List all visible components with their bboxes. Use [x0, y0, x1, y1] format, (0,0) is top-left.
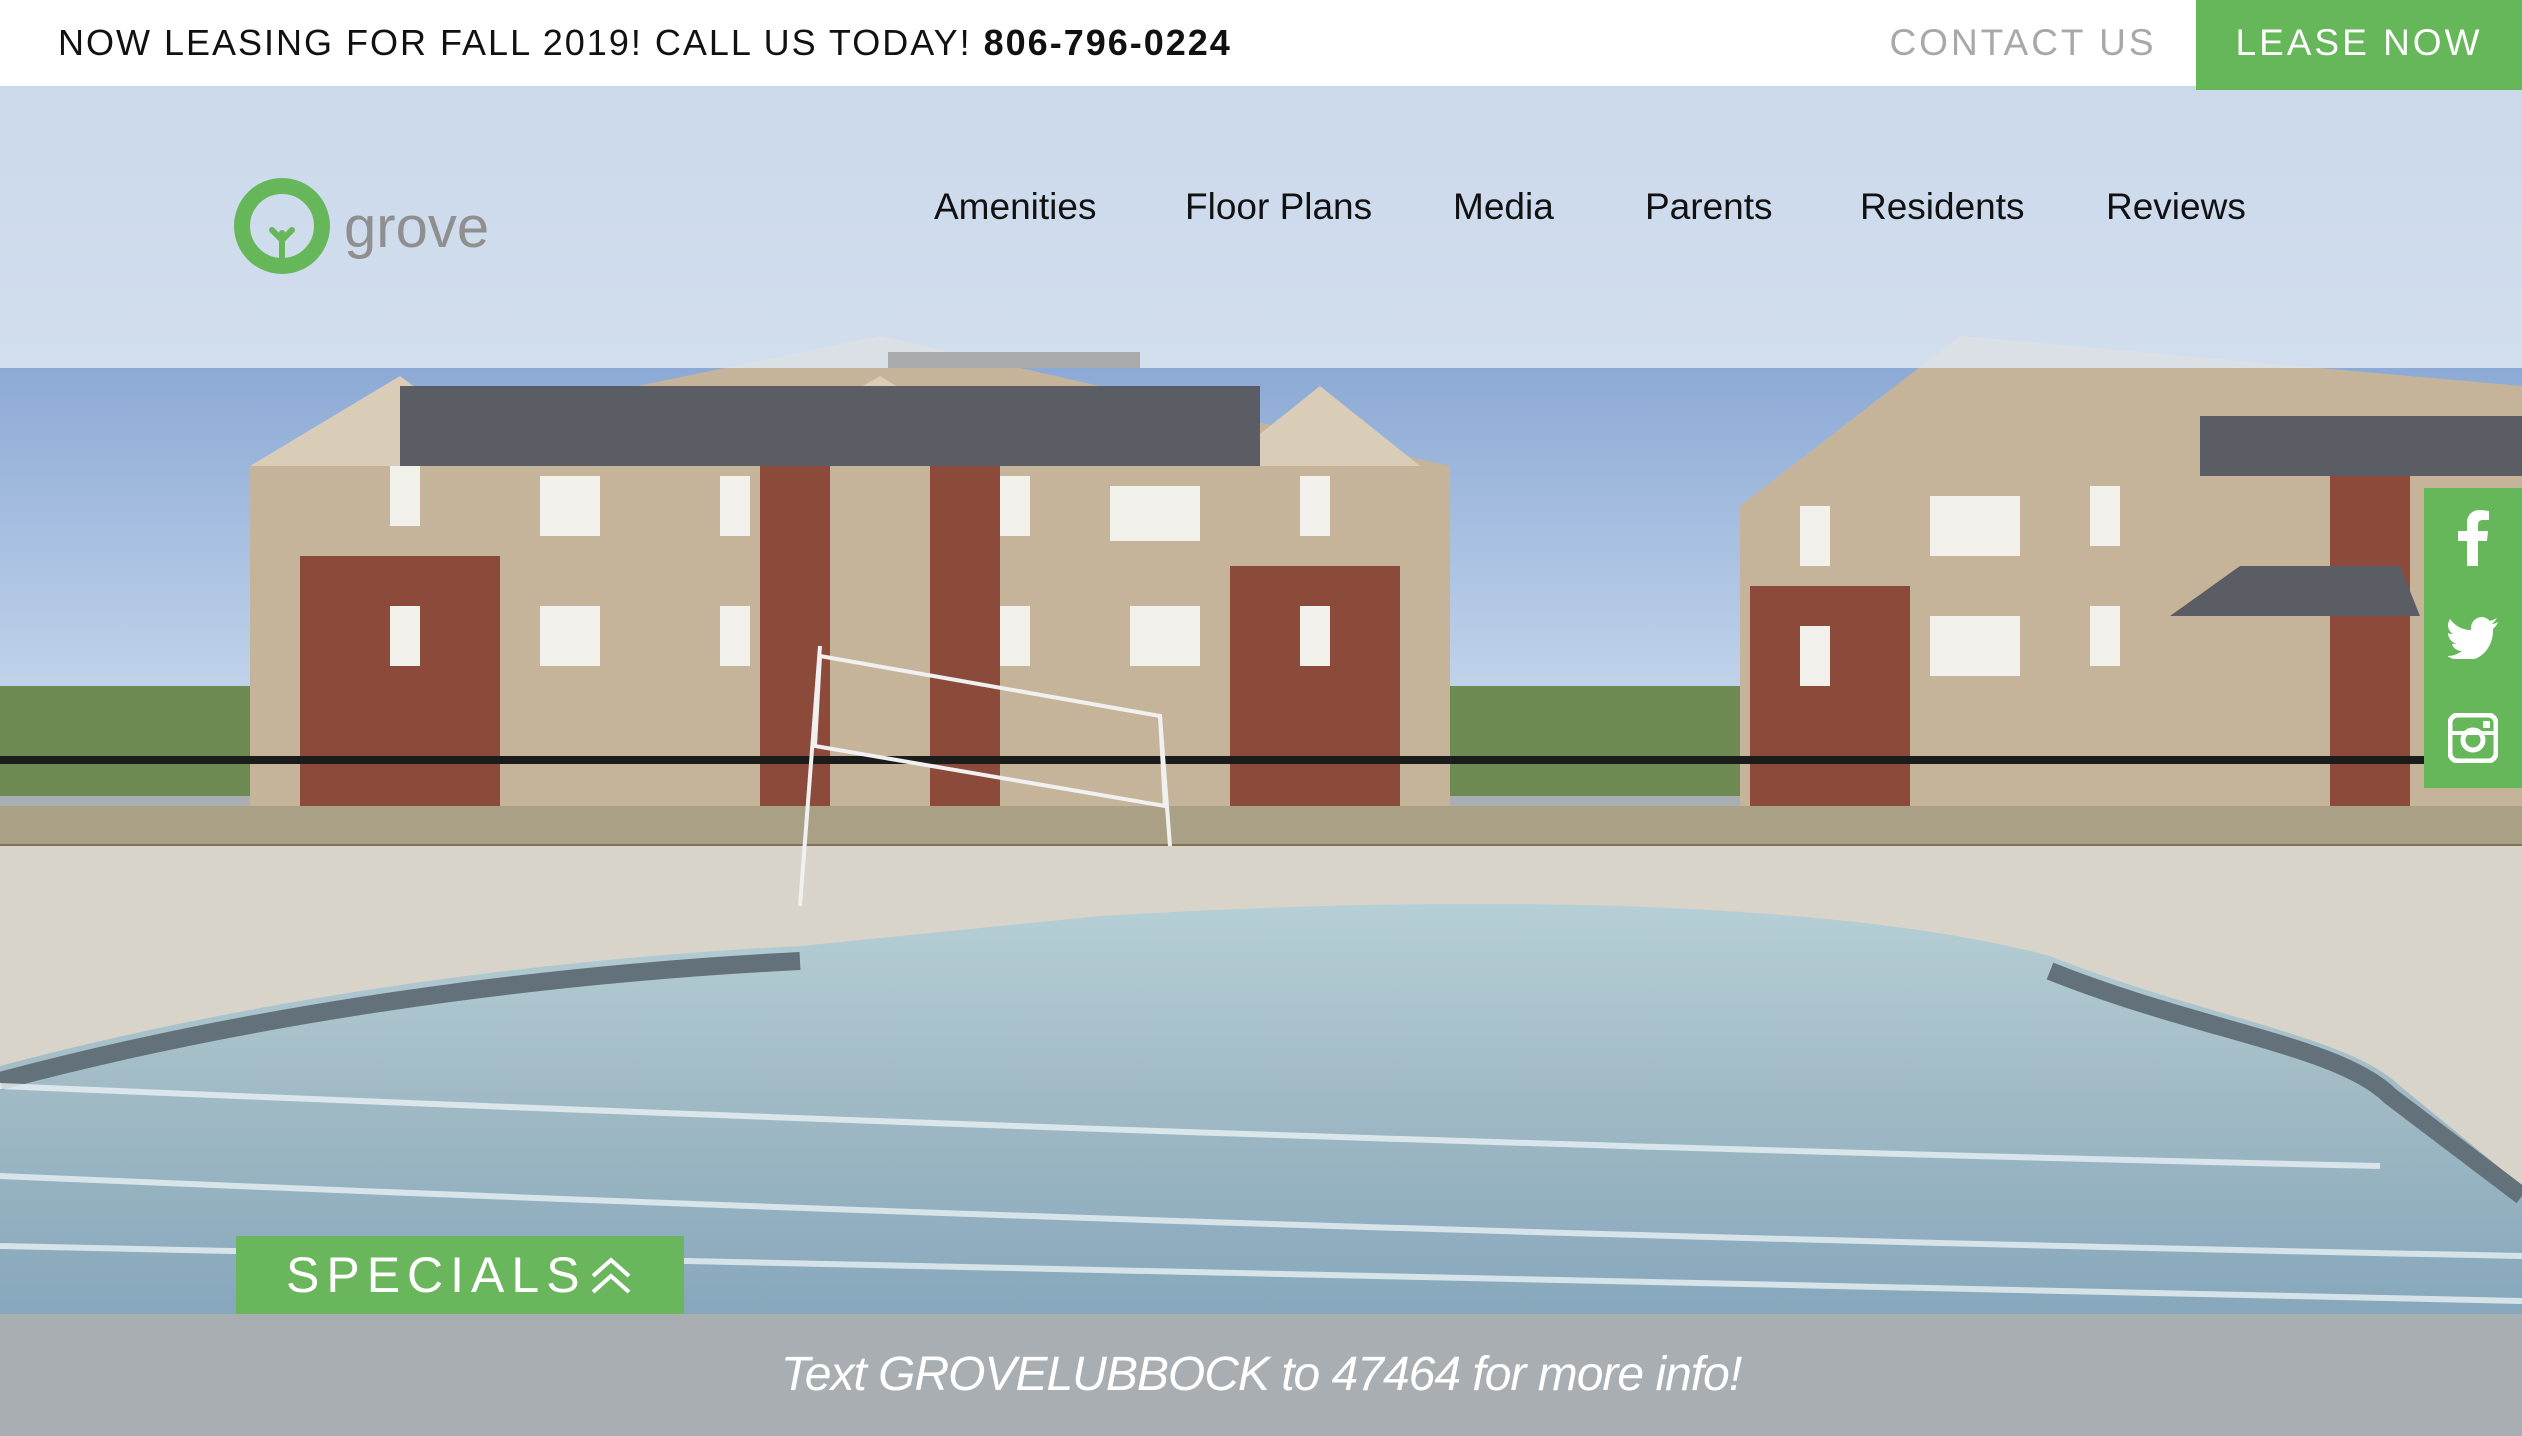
- nav-amenities[interactable]: Amenities: [934, 186, 1096, 228]
- phone-number[interactable]: 806-796-0224: [984, 22, 1232, 63]
- logo-wordmark: grove: [344, 195, 490, 260]
- grove-leaf-icon: [234, 178, 330, 274]
- twitter-icon[interactable]: [2424, 588, 2522, 688]
- specials-button[interactable]: SPECIALS: [236, 1236, 684, 1314]
- nav-media[interactable]: Media: [1453, 186, 1554, 228]
- instagram-icon[interactable]: [2424, 688, 2522, 788]
- nav-reviews[interactable]: Reviews: [2106, 186, 2246, 228]
- sms-banner: Text GROVELUBBOCK to 47464 for more info…: [0, 1314, 2522, 1436]
- nav-floor-plans[interactable]: Floor Plans: [1185, 186, 1372, 228]
- lease-now-button[interactable]: LEASE NOW: [2196, 0, 2522, 90]
- nav-parents[interactable]: Parents: [1645, 186, 1773, 228]
- facebook-icon[interactable]: [2424, 488, 2522, 588]
- leasing-promo: NOW LEASING FOR FALL 2019! CALL US TODAY…: [58, 0, 1232, 86]
- nav-residents[interactable]: Residents: [1860, 186, 2025, 228]
- grove-logo[interactable]: grove: [234, 178, 494, 278]
- contact-us-link[interactable]: CONTACT US: [1850, 0, 2196, 86]
- promo-text: NOW LEASING FOR FALL 2019! CALL US TODAY…: [58, 22, 972, 63]
- double-chevron-up-icon: [591, 1257, 631, 1294]
- social-sidebar: [2424, 488, 2522, 788]
- top-bar: NOW LEASING FOR FALL 2019! CALL US TODAY…: [0, 0, 2522, 90]
- nav-active-indicator: [888, 352, 1140, 368]
- sms-text: Text GROVELUBBOCK to 47464 for more info…: [780, 1348, 1742, 1401]
- specials-label: SPECIALS: [286, 1247, 587, 1303]
